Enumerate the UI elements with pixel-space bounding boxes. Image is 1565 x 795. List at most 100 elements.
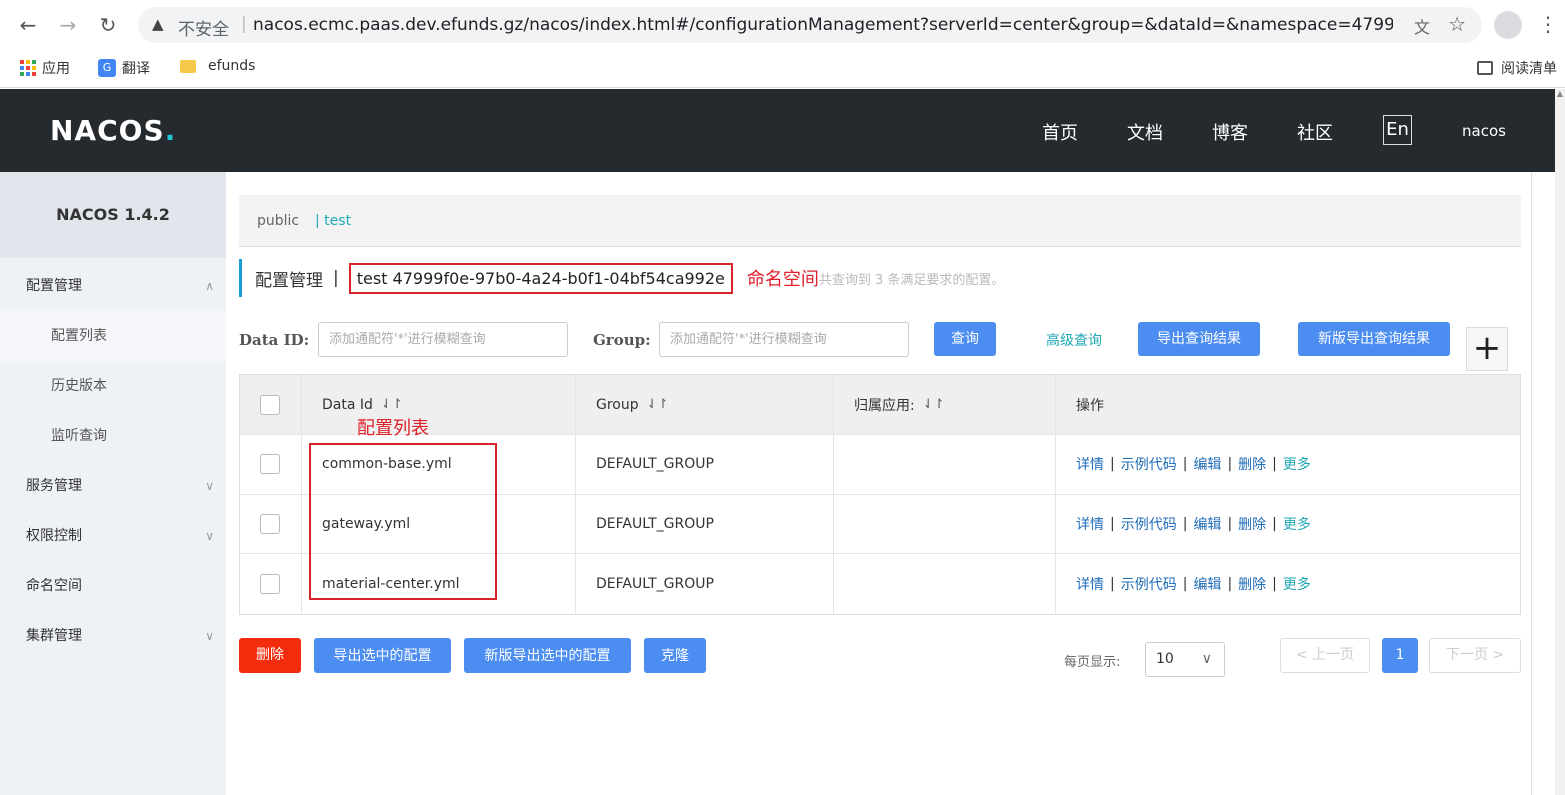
profile-avatar[interactable] bbox=[1494, 11, 1522, 39]
sidebar-item-access-control[interactable]: 权限控制 ∨ bbox=[0, 511, 226, 561]
next-page-button[interactable]: 下一页 > bbox=[1429, 638, 1521, 673]
sort-icon[interactable]: ⇃↾ bbox=[647, 397, 669, 412]
more-link[interactable]: 更多 bbox=[1283, 574, 1311, 594]
sidebar-title: NACOS 1.4.2 bbox=[0, 172, 226, 258]
sidebar-item-config-list[interactable]: 配置列表 bbox=[0, 311, 226, 361]
sidebar-item-history[interactable]: 历史版本 bbox=[0, 361, 226, 411]
cell-group: DEFAULT_GROUP bbox=[576, 435, 834, 494]
page-size-label: 每页显示: bbox=[1064, 655, 1121, 670]
back-arrow-icon[interactable]: ← bbox=[14, 11, 42, 39]
forward-arrow-icon[interactable]: → bbox=[54, 11, 82, 39]
detail-link[interactable]: 详情 bbox=[1076, 454, 1104, 474]
nav-docs[interactable]: 文档 bbox=[1127, 119, 1163, 145]
export-results-button[interactable]: 导出查询结果 bbox=[1138, 322, 1260, 356]
row-checkbox[interactable] bbox=[260, 573, 280, 594]
sample-code-link[interactable]: 示例代码 bbox=[1121, 514, 1177, 534]
bookmark-apps[interactable]: 应用 bbox=[20, 58, 70, 78]
reload-icon[interactable]: ↻ bbox=[94, 11, 122, 39]
row-checkbox[interactable] bbox=[260, 513, 280, 534]
sample-code-link[interactable]: 示例代码 bbox=[1121, 454, 1177, 474]
sidebar-item-listener-query[interactable]: 监听查询 bbox=[0, 411, 226, 461]
cell-operations: 详情 | 示例代码 | 编辑 | 删除 | 更多 bbox=[1076, 454, 1311, 474]
bookmark-star-icon[interactable]: ☆ bbox=[1448, 12, 1466, 36]
chevron-up-icon: ∧ bbox=[205, 279, 214, 293]
cell-dataid: common-base.yml bbox=[302, 435, 576, 494]
table-header-row: Data Id ⇃↾ Group ⇃↾ 归属应用: ⇃↾ 操作 bbox=[240, 375, 1520, 435]
add-config-button[interactable]: + bbox=[1466, 327, 1508, 371]
row-checkbox-cell bbox=[240, 435, 302, 494]
url-text[interactable]: nacos.ecmc.paas.dev.efunds.gz/nacos/inde… bbox=[253, 15, 1393, 35]
address-bar[interactable]: ▲ 不安全 | nacos.ecmc.paas.dev.efunds.gz/na… bbox=[138, 7, 1482, 43]
dataid-label: Data ID: bbox=[239, 331, 310, 349]
new-export-results-button[interactable]: 新版导出查询结果 bbox=[1298, 322, 1450, 356]
cell-group: DEFAULT_GROUP bbox=[576, 554, 834, 614]
edit-link[interactable]: 编辑 bbox=[1193, 574, 1221, 594]
row-checkbox-cell bbox=[240, 554, 302, 614]
sample-code-link[interactable]: 示例代码 bbox=[1121, 574, 1177, 594]
page-number-current[interactable]: 1 bbox=[1382, 638, 1418, 673]
query-button[interactable]: 查询 bbox=[934, 322, 996, 356]
namespace-test[interactable]: | test bbox=[315, 213, 351, 229]
translate-icon[interactable]: 文 bbox=[1414, 14, 1430, 38]
page-size-select[interactable]: 10 ∨ bbox=[1145, 642, 1225, 677]
header-group[interactable]: Group ⇃↾ bbox=[576, 375, 834, 434]
user-name[interactable]: nacos bbox=[1462, 122, 1506, 140]
select-all-checkbox[interactable] bbox=[260, 394, 280, 415]
bookmark-label: 翻译 bbox=[122, 61, 150, 77]
prev-page-button[interactable]: < 上一页 bbox=[1280, 638, 1370, 673]
chevron-down-icon: ∨ bbox=[205, 629, 214, 643]
detail-link[interactable]: 详情 bbox=[1076, 514, 1104, 534]
header-operations: 操作 bbox=[1076, 397, 1104, 414]
nav-community[interactable]: 社区 bbox=[1297, 119, 1333, 145]
more-link[interactable]: 更多 bbox=[1283, 514, 1311, 534]
delete-link[interactable]: 删除 bbox=[1238, 454, 1266, 474]
nacos-logo[interactable]: NACOS. bbox=[50, 114, 176, 147]
header-dataid[interactable]: Data Id ⇃↾ bbox=[302, 375, 576, 434]
cell-app bbox=[834, 435, 1056, 494]
title-separator: | bbox=[333, 268, 339, 288]
page-scrollbar[interactable] bbox=[1555, 89, 1565, 795]
detail-link[interactable]: 详情 bbox=[1076, 574, 1104, 594]
bookmark-efunds[interactable]: efunds bbox=[180, 58, 255, 74]
delete-selected-button[interactable]: 删除 bbox=[239, 638, 301, 673]
row-checkbox[interactable] bbox=[260, 454, 280, 475]
sort-icon[interactable]: ⇃↾ bbox=[923, 397, 945, 412]
sort-icon[interactable]: ⇃↾ bbox=[381, 397, 403, 412]
bookmark-label: 应用 bbox=[42, 61, 70, 77]
edit-link[interactable]: 编辑 bbox=[1193, 454, 1221, 474]
cell-operations: 详情 | 示例代码 | 编辑 | 删除 | 更多 bbox=[1076, 574, 1311, 594]
namespace-public[interactable]: public bbox=[257, 213, 299, 229]
nav-blog[interactable]: 博客 bbox=[1212, 119, 1248, 145]
edit-link[interactable]: 编辑 bbox=[1193, 514, 1221, 534]
group-label: Group: bbox=[593, 331, 651, 349]
sidebar-item-service-management[interactable]: 服务管理 ∨ bbox=[0, 461, 226, 511]
sidebar-item-namespace[interactable]: 命名空间 bbox=[0, 561, 226, 611]
chevron-left-icon: < bbox=[1295, 647, 1308, 663]
clone-button[interactable]: 克隆 bbox=[644, 638, 706, 673]
export-selected-button[interactable]: 导出选中的配置 bbox=[314, 638, 451, 673]
app-header: NACOS. 首页 文档 博客 社区 En nacos bbox=[0, 89, 1555, 172]
bookmarks-bar: 应用 G 翻译 efunds 阅读清单 bbox=[0, 50, 1565, 88]
delete-link[interactable]: 删除 bbox=[1238, 514, 1266, 534]
nav-home[interactable]: 首页 bbox=[1042, 119, 1078, 145]
header-app[interactable]: 归属应用: ⇃↾ bbox=[834, 375, 1056, 434]
browser-menu-icon[interactable]: ⋮ bbox=[1538, 10, 1558, 38]
result-count-text: 共查询到 3 条满足要求的配置。 bbox=[818, 272, 1005, 288]
cell-dataid: gateway.yml bbox=[302, 494, 576, 553]
bookmark-translate[interactable]: G 翻译 bbox=[98, 58, 150, 78]
sidebar-item-cluster-management[interactable]: 集群管理 ∨ bbox=[0, 611, 226, 661]
content-divider bbox=[1531, 172, 1532, 795]
group-search-input[interactable] bbox=[659, 322, 909, 357]
scroll-up-icon[interactable]: ▲ bbox=[1555, 89, 1565, 101]
reading-list[interactable]: 阅读清单 bbox=[1477, 58, 1557, 78]
delete-link[interactable]: 删除 bbox=[1238, 574, 1266, 594]
advanced-query-link[interactable]: 高级查询 bbox=[1046, 330, 1102, 350]
dataid-search-input[interactable] bbox=[318, 322, 568, 357]
language-toggle-button[interactable]: En bbox=[1383, 115, 1412, 145]
new-export-selected-button[interactable]: 新版导出选中的配置 bbox=[464, 638, 631, 673]
sidebar-item-config-management[interactable]: 配置管理 ∧ bbox=[0, 261, 226, 311]
bookmark-label: efunds bbox=[208, 58, 256, 74]
more-link[interactable]: 更多 bbox=[1283, 454, 1311, 474]
page-title: 配置管理 bbox=[255, 270, 323, 291]
row-checkbox-cell bbox=[240, 494, 302, 553]
